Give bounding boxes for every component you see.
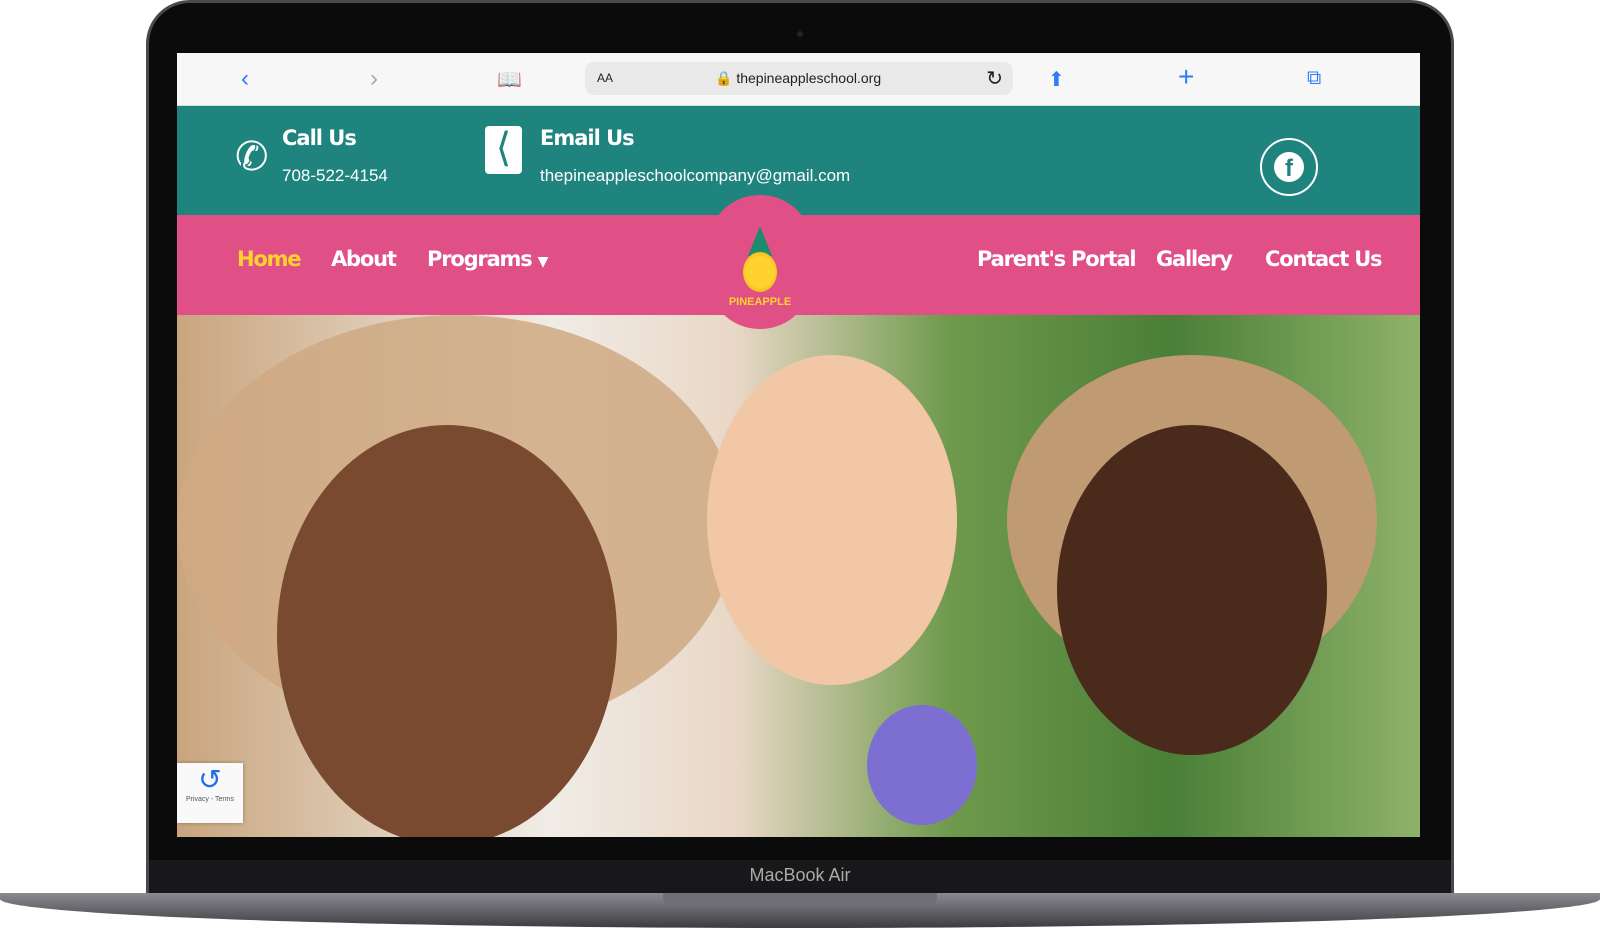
call-us: Call Us 708-522-4154	[282, 126, 388, 186]
back-icon[interactable]: ‹	[241, 65, 249, 93]
nav-gallery[interactable]: Gallery	[1156, 247, 1233, 271]
reload-icon[interactable]: ↻	[986, 66, 1003, 91]
nav-programs-label: Programs	[427, 247, 533, 271]
child-middle	[707, 355, 957, 685]
laptop-chin: MacBook Air	[149, 860, 1451, 895]
call-title: Call Us	[282, 126, 357, 150]
phone-number[interactable]: 708-522-4154	[282, 166, 388, 186]
recaptcha-icon: ↺	[198, 764, 222, 795]
bookmarks-icon[interactable]: 📖	[497, 67, 522, 92]
camera	[797, 31, 803, 37]
text-size-button[interactable]: AA	[597, 71, 613, 85]
email-address[interactable]: thepineappleschoolcompany@gmail.com	[540, 166, 850, 186]
share-icon[interactable]: ⬆	[1048, 67, 1065, 92]
nav-contact-us[interactable]: Contact Us	[1265, 247, 1383, 271]
facebook-button[interactable]: f	[1260, 138, 1318, 196]
url-text: 🔒 thepineappleschool.org	[715, 70, 882, 86]
hero-image: ↺ Privacy - Terms	[177, 315, 1420, 837]
nav-parents-portal[interactable]: Parent's Portal	[977, 247, 1137, 271]
phone-icon: ✆	[235, 135, 269, 179]
forward-icon[interactable]: ›	[370, 65, 378, 93]
browser-toolbar: ‹ › 📖 AA 🔒 thepineappleschool.org ↻ ⬆ + …	[177, 53, 1420, 106]
address-bar[interactable]: AA 🔒 thepineappleschool.org ↻	[585, 62, 1013, 95]
facebook-icon: f	[1274, 152, 1304, 182]
child-left	[277, 425, 617, 837]
email-us: Email Us thepineappleschoolcompany@gmail…	[540, 126, 850, 186]
main-nav: Home About Programs ▼ PINEAPPLE Parent's…	[177, 195, 1420, 329]
contact-bar: ✆ Call Us 708-522-4154 ⟨ Email Us thepin…	[177, 106, 1420, 215]
logo-text: PINEAPPLE	[728, 296, 792, 308]
screen: ‹ › 📖 AA 🔒 thepineappleschool.org ↻ ⬆ + …	[177, 53, 1420, 837]
laptop-notch	[663, 893, 937, 905]
device-label: MacBook Air	[749, 865, 851, 885]
nav-home[interactable]: Home	[237, 247, 302, 271]
logo[interactable]: PINEAPPLE	[707, 195, 813, 329]
email-title: Email Us	[540, 126, 635, 150]
tabs-icon[interactable]: ⧉	[1307, 67, 1321, 90]
recaptcha-badge[interactable]: ↺ Privacy - Terms	[177, 763, 243, 823]
logo-pineapple	[743, 252, 777, 292]
nav-programs[interactable]: Programs ▼	[427, 247, 549, 271]
nav-about[interactable]: About	[331, 247, 397, 271]
flower	[867, 705, 977, 825]
new-tab-icon[interactable]: +	[1178, 61, 1194, 93]
email-icon: ⟨	[485, 126, 522, 174]
url: thepineappleschool.org	[736, 70, 882, 86]
chevron-down-icon: ▼	[537, 254, 549, 270]
recaptcha-label[interactable]: Privacy - Terms	[177, 796, 243, 803]
child-right	[1057, 425, 1327, 755]
